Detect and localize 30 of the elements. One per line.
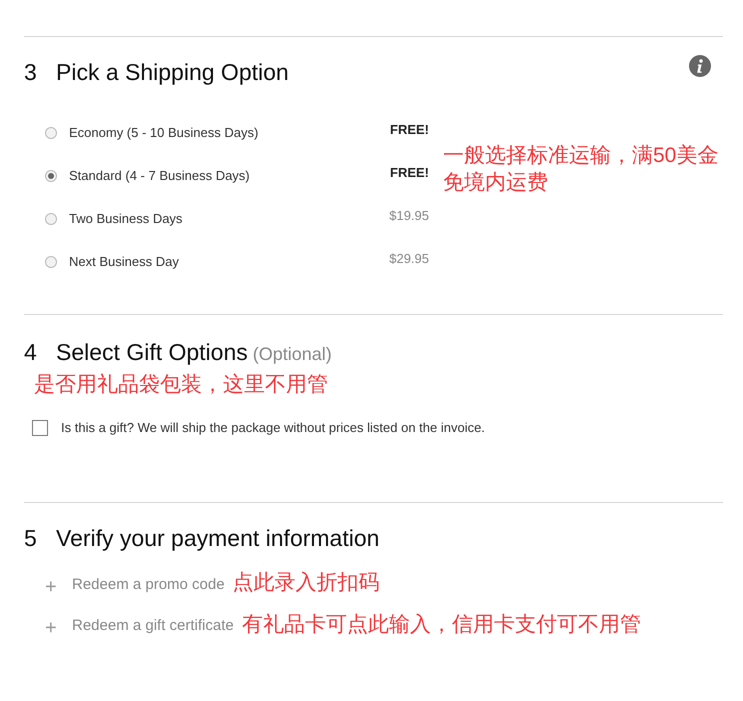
section-title: Pick a Shipping Option bbox=[56, 58, 289, 87]
option-label: Next Business Day bbox=[69, 253, 180, 272]
price-text: FREE! bbox=[389, 164, 429, 182]
option-label: Economy (5 - 10 Business Days) bbox=[69, 124, 260, 142]
step-number: 3 bbox=[24, 58, 38, 87]
section-title: Verify your payment information bbox=[56, 524, 380, 553]
price-text: $29.95 bbox=[388, 250, 429, 268]
optional-label: (Optional) bbox=[252, 342, 332, 366]
annotation-text: 点此录入折扣码 bbox=[232, 570, 380, 596]
checkbox-label: Is this a gift? We will ship the package without prices listed on the invoice. bbox=[61, 419, 485, 438]
section-title: Select Gift Options bbox=[56, 338, 248, 367]
checkbox[interactable] bbox=[32, 420, 48, 436]
redeem-link[interactable]: Redeem a promo code bbox=[72, 574, 225, 597]
radio-button[interactable] bbox=[45, 213, 57, 225]
step-number: 4 bbox=[24, 338, 38, 366]
option-label: Standard (4 - 7 Business Days) bbox=[69, 167, 251, 186]
redeem-link[interactable]: Redeem a gift certificate bbox=[72, 615, 234, 638]
info-icon[interactable] bbox=[689, 55, 711, 77]
radio-button[interactable] bbox=[45, 127, 57, 139]
annotation-text: 有礼品卡可点此输入，信用卡支付可不用管 bbox=[242, 612, 641, 638]
radio-button[interactable] bbox=[45, 170, 57, 182]
plus-icon[interactable]: + bbox=[45, 618, 72, 638]
plus-icon[interactable]: + bbox=[45, 576, 72, 597]
radio-button[interactable] bbox=[45, 256, 57, 268]
option-label: Two Business Days bbox=[69, 210, 184, 228]
annotation-text: 一般选择标准运输，满50美金免境内运费 bbox=[443, 142, 720, 196]
annotation-text: 是否用礼品袋包装，这里不用管 bbox=[34, 372, 329, 398]
price-text: $19.95 bbox=[388, 207, 429, 226]
price-text: FREE! bbox=[389, 121, 429, 140]
step-number: 5 bbox=[24, 524, 38, 553]
